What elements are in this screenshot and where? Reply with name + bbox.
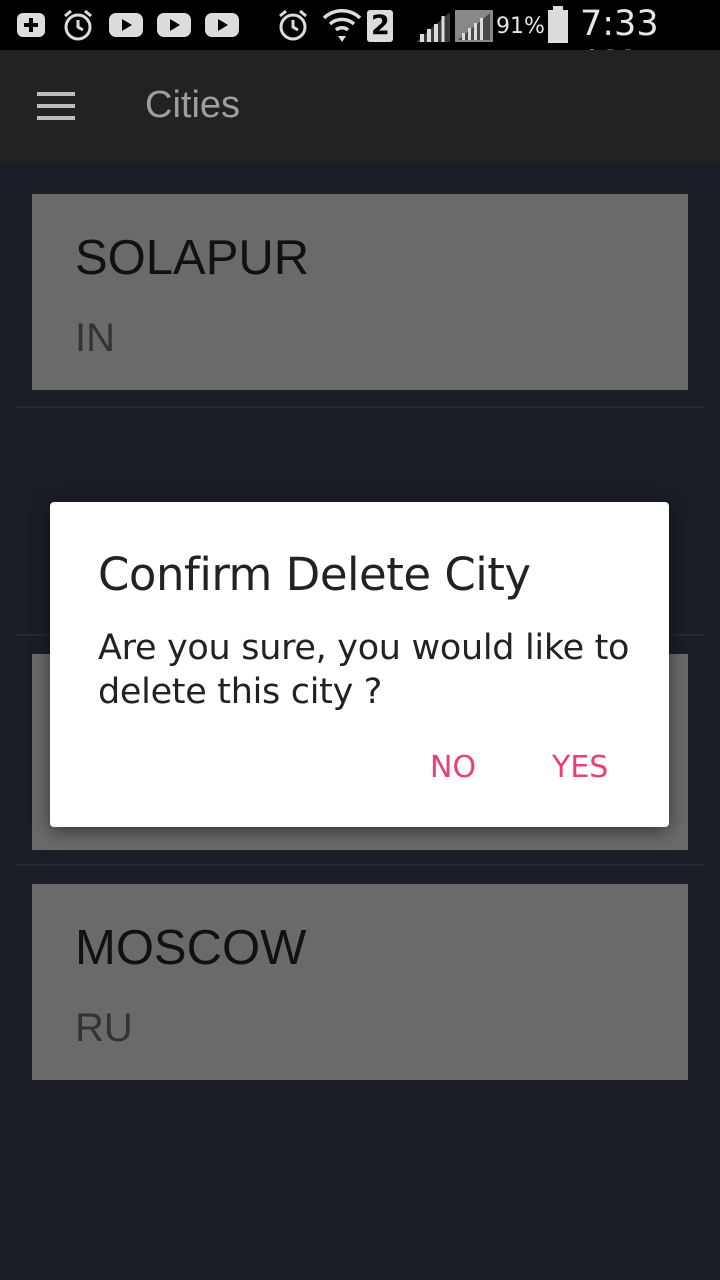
dialog-title: Confirm Delete City (98, 548, 531, 601)
yes-button[interactable]: YES (552, 750, 608, 800)
no-button[interactable]: NO (430, 750, 476, 800)
dialog-message: Are you sure, you would like to delete t… (98, 628, 630, 712)
confirm-delete-dialog: Confirm Delete City Are you sure, you wo… (50, 502, 669, 827)
